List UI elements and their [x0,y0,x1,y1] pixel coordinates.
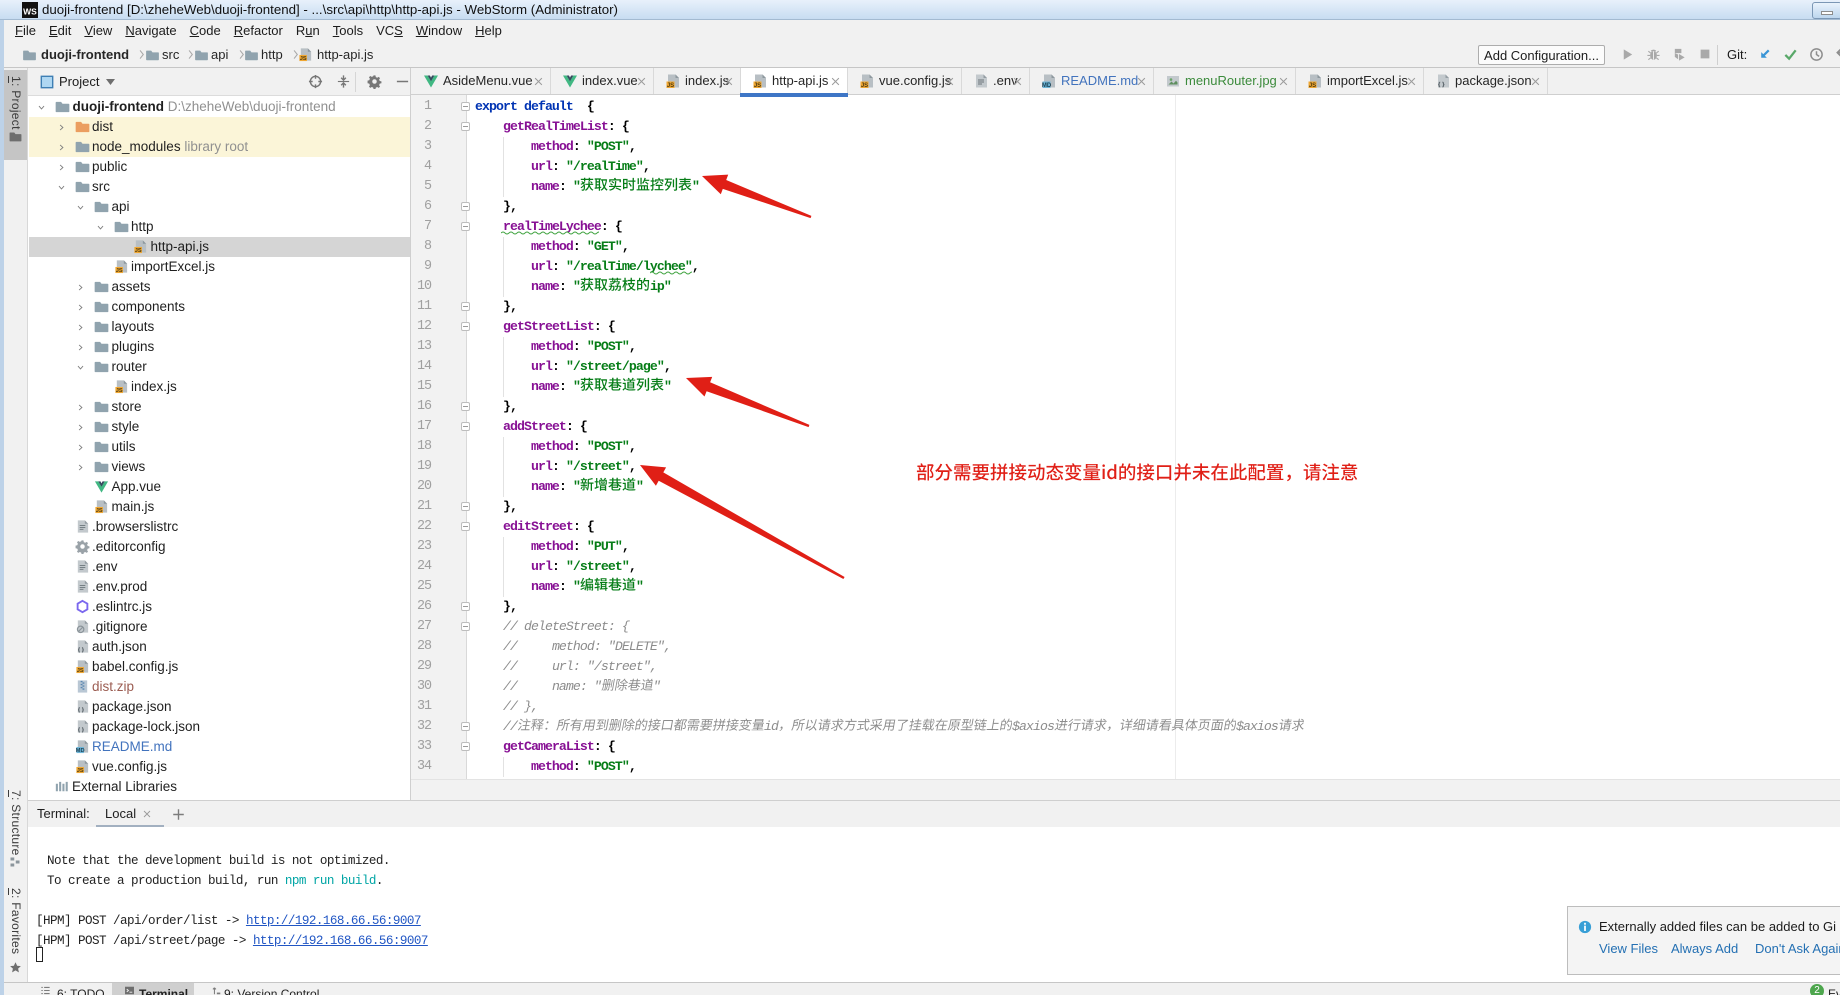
svg-text:JS: JS [667,83,674,89]
svg-text:JS: JS [115,388,122,394]
svg-text:JS: JS [1309,83,1316,89]
svg-text:JS: JS [300,56,307,62]
svg-text:JS: JS [76,768,83,774]
svg-text:JS: JS [96,508,103,514]
svg-text:JS: JS [135,248,142,254]
svg-text:JS: JS [754,83,761,89]
svg-text:WS: WS [23,7,37,17]
svg-text:JS: JS [861,83,868,89]
svg-text:JS: JS [115,268,122,274]
svg-text:JS: JS [76,668,83,674]
svg-text:MD: MD [1042,83,1052,89]
svg-text:MD: MD [75,748,84,754]
